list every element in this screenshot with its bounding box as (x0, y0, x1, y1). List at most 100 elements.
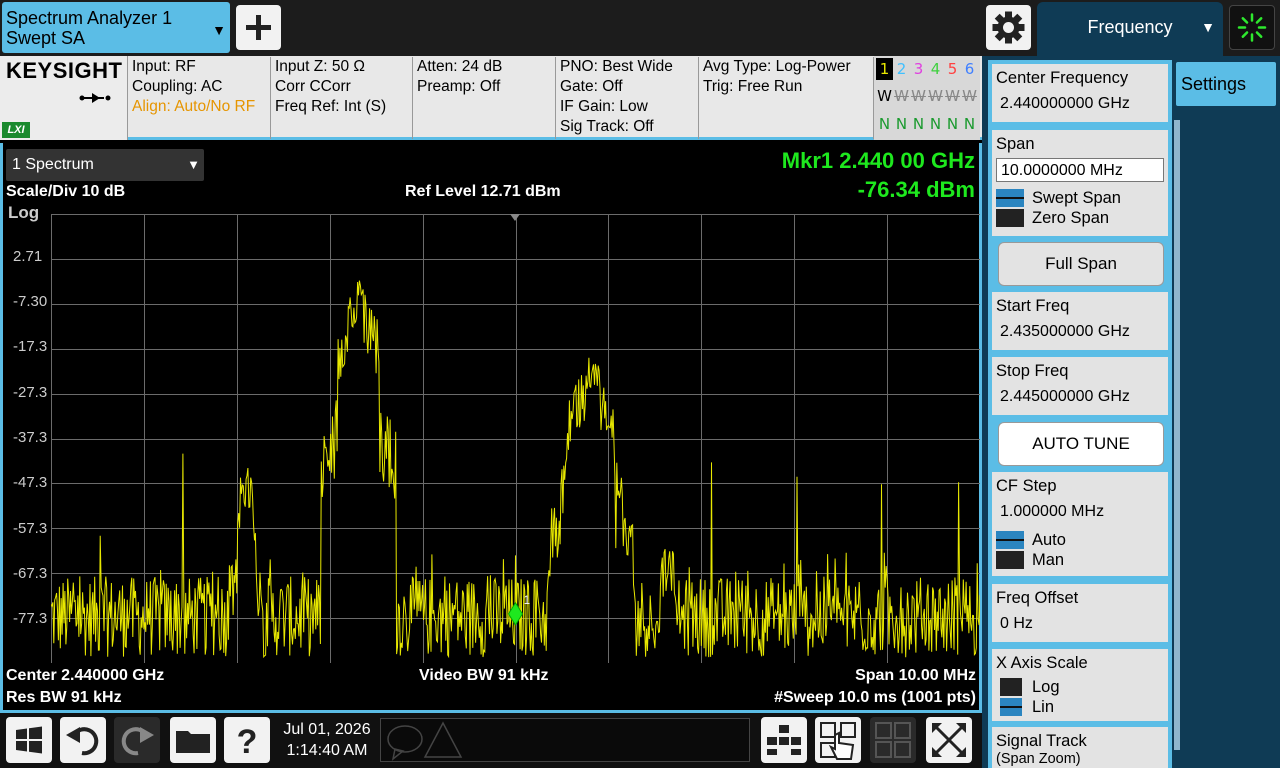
span-title: Span (996, 135, 1035, 153)
center-frequency-input[interactable]: 2.440000000 GHz (996, 92, 1164, 116)
input-value: Input: RF (132, 58, 196, 75)
if-gain-value: IF Gain: Low (560, 98, 648, 115)
trace-number: 5 (947, 60, 958, 78)
trace-detector: N (912, 115, 925, 133)
start-freq-softkey[interactable]: Start Freq 2.435000000 GHz (992, 292, 1168, 350)
freq-offset-softkey[interactable]: Freq Offset 0 Hz (992, 584, 1168, 642)
zero-span-toggle[interactable] (996, 209, 1024, 227)
touch-icon (820, 722, 856, 760)
settings-info-bar[interactable]: KEYSIGHT LXI Input: RF Coupling: AC Alig… (0, 56, 982, 140)
scale-div-label: Scale/Div 10 dB (6, 183, 126, 200)
zero-span-option[interactable]: Zero Span (992, 208, 1168, 228)
cf-step-man-toggle[interactable] (996, 551, 1024, 569)
marker-top-indicator (510, 214, 520, 221)
add-screen-button[interactable] (236, 5, 281, 50)
fullscreen-icon (932, 723, 966, 757)
message-bar[interactable] (380, 718, 750, 762)
date-time: Jul 01, 2026 1:14:40 AM (276, 719, 378, 761)
windows-start-button[interactable] (6, 717, 52, 763)
x-axis-lin-label: Lin (1032, 698, 1055, 716)
signal-track-subtitle: (Span Zoom) (996, 751, 1081, 767)
frequency-menu-tab[interactable]: Frequency ▼ (1037, 2, 1223, 56)
stop-freq-input[interactable]: 2.445000000 GHz (996, 385, 1164, 409)
y-tick-label: -77.3 (13, 610, 48, 627)
freq-offset-input[interactable]: 0 Hz (996, 612, 1164, 636)
cf-step-man-option[interactable]: Man (992, 550, 1168, 570)
trace-mode: W (945, 87, 960, 105)
x-axis-log-label: Log (1032, 678, 1060, 696)
ref-level-label: Ref Level 12.71 dBm (405, 183, 561, 200)
measurement-name: Swept SA (6, 28, 86, 48)
span-softkey[interactable]: Span 10.0000000 MHz Swept Span Zero Span (992, 130, 1168, 236)
windows-start-icon (16, 726, 42, 754)
help-button[interactable]: ? (224, 717, 270, 763)
input-arrow-icon (79, 93, 111, 103)
trace-modes: WWWWWW (876, 86, 978, 106)
softkey-scrollbar[interactable] (1174, 120, 1180, 750)
cf-step-input[interactable]: 1.000000 MHz (996, 500, 1164, 524)
fullscreen-button[interactable] (926, 717, 972, 763)
center-frequency-softkey[interactable]: Center Frequency 2.440000000 GHz (992, 64, 1168, 122)
logo-area: KEYSIGHT LXI (0, 56, 128, 140)
swept-span-toggle[interactable] (996, 189, 1024, 207)
message-bubble-icon (387, 725, 423, 753)
zero-span-label: Zero Span (1032, 209, 1110, 227)
cf-step-softkey[interactable]: CF Step 1.000000 MHz Auto Man (992, 472, 1168, 576)
full-span-button[interactable]: Full Span (998, 242, 1164, 286)
date-label: Jul 01, 2026 (283, 721, 371, 738)
dropdown-arrow-icon: ▼ (1201, 19, 1215, 35)
gear-icon (992, 11, 1025, 44)
trace-mode: W (911, 87, 926, 105)
preamp-value: Preamp: Off (417, 78, 501, 95)
settings-tab[interactable]: Settings (1176, 62, 1276, 106)
help-icon: ? (237, 723, 258, 761)
frequency-menu-label: Frequency (1087, 17, 1173, 37)
y-tick-label: -17.3 (13, 338, 48, 355)
touch-button[interactable] (815, 717, 861, 763)
stop-freq-softkey[interactable]: Stop Freq 2.445000000 GHz (992, 357, 1168, 415)
system-settings-button[interactable] (986, 5, 1031, 50)
layout-icon (767, 725, 801, 755)
busy-indicator[interactable] (1229, 5, 1275, 50)
atten-value: Atten: 24 dB (417, 58, 503, 75)
measurement-app-tab[interactable]: Spectrum Analyzer 1 Swept SA ▼ (2, 2, 230, 53)
center-frequency-label: Center 2.440000 GHz (6, 667, 165, 684)
spectrum-graticule[interactable]: 1 (51, 214, 980, 663)
center-frequency-title: Center Frequency (996, 69, 1129, 87)
window-layout-button[interactable] (761, 717, 807, 763)
x-axis-scale-softkey[interactable]: X Axis Scale Log Lin (992, 649, 1168, 721)
keysight-logo: KEYSIGHT (6, 58, 123, 83)
stop-freq-title: Stop Freq (996, 362, 1069, 380)
dropdown-arrow-icon: ▼ (187, 157, 200, 172)
cf-step-auto-option[interactable]: Auto (992, 530, 1168, 550)
trace-mode: W (894, 87, 909, 105)
file-button[interactable] (170, 717, 216, 763)
impedance-settings: Input Z: 50 Ω Corr CCorr Freq Ref: Int (… (271, 57, 413, 139)
trace-number: 4 (930, 60, 941, 78)
align-value: Align: Auto/No RF (132, 98, 256, 115)
trace-detector: N (878, 115, 891, 133)
trace-mode: W (877, 87, 892, 105)
auto-tune-button[interactable]: AUTO TUNE (998, 422, 1164, 466)
swept-span-option[interactable]: Swept Span (992, 188, 1168, 208)
start-freq-input[interactable]: 2.435000000 GHz (996, 320, 1164, 344)
span-label: Span 10.00 MHz (855, 667, 976, 684)
sig-track-value: Sig Track: Off (560, 118, 654, 135)
signal-track-title: Signal Track (996, 732, 1087, 750)
x-axis-log-option[interactable]: Log (992, 677, 1168, 697)
input-z-value: Input Z: 50 Ω (275, 58, 365, 75)
trace-status-box[interactable]: 123456 WWWWWW NNNNNN (874, 56, 980, 140)
window-select-dropdown[interactable]: 1 Spectrum ▼ (6, 149, 204, 181)
x-axis-lin-toggle[interactable] (1000, 698, 1022, 716)
multi-window-button[interactable] (870, 717, 916, 763)
spectrum-window[interactable]: 1 Spectrum ▼ Mkr1 2.440 00 GHz -76.34 dB… (0, 143, 982, 713)
span-input[interactable]: 10.0000000 MHz (996, 158, 1164, 182)
cf-step-auto-toggle[interactable] (996, 531, 1024, 549)
trace-number: 3 (913, 60, 924, 78)
redo-button[interactable] (114, 717, 160, 763)
x-axis-log-toggle[interactable] (1000, 678, 1022, 696)
undo-button[interactable] (60, 717, 106, 763)
signal-track-softkey[interactable]: Signal Track (Span Zoom) (992, 727, 1168, 768)
res-bw-label: Res BW 91 kHz (6, 689, 122, 706)
x-axis-lin-option[interactable]: Lin (992, 697, 1168, 717)
